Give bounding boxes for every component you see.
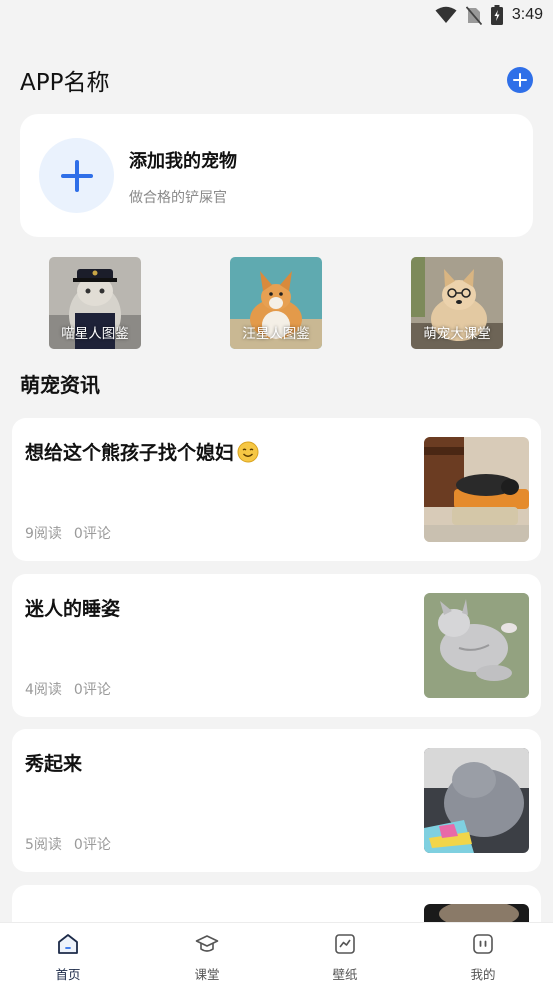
tab-home[interactable]: 首页 [28, 929, 108, 982]
category-row: 喵星人图鉴 汪星人图鉴 萌宠大课堂 [0, 257, 553, 349]
read-count: 4阅读 [25, 682, 62, 698]
news-section-title: 萌宠资讯 [20, 373, 100, 397]
category-pet-class[interactable]: 萌宠大课堂 [411, 257, 503, 349]
read-count: 9阅读 [25, 526, 62, 542]
news-card[interactable]: 想给这个熊孩子找个媳妇 9阅读 0评论 [12, 418, 541, 561]
graduation-cap-icon [195, 935, 219, 952]
tab-label: 课堂 [194, 967, 220, 982]
news-title-text: 迷人的睡姿 [25, 598, 121, 620]
news-thumbnail [424, 593, 529, 698]
news-title: 秀起来 [25, 749, 82, 776]
tab-label: 我的 [470, 967, 496, 982]
chart-image-icon [335, 934, 355, 954]
comment-count: 0评论 [73, 682, 111, 698]
news-meta: 4阅读 0评论 [25, 679, 111, 699]
news-thumbnail [424, 748, 529, 853]
category-cat-guide[interactable]: 喵星人图鉴 [49, 257, 141, 349]
category-label: 汪星人图鉴 [242, 326, 310, 342]
news-meta: 9阅读 0评论 [25, 523, 111, 543]
profile-face-icon [473, 934, 493, 954]
app-title: APP名称 [20, 70, 110, 96]
category-label: 萌宠大课堂 [423, 326, 491, 342]
plus-circle-icon[interactable] [507, 67, 533, 93]
news-title: 迷人的睡姿 [25, 594, 120, 621]
read-count: 5阅读 [25, 837, 62, 853]
comment-count: 0评论 [73, 526, 111, 542]
tab-class[interactable]: 课堂 [167, 929, 247, 982]
home-icon [58, 934, 78, 954]
news-title: 想给这个熊孩子找个媳妇 [25, 438, 259, 465]
comment-count: 0评论 [73, 837, 111, 853]
status-time: 3:49 [511, 6, 543, 23]
news-title-text: 想给这个熊孩子找个媳妇 [25, 442, 235, 464]
add-pet-card[interactable]: 添加我的宠物 做合格的铲屎官 [20, 114, 533, 237]
news-title-text: 秀起来 [25, 753, 83, 775]
smiling-face-icon [237, 441, 259, 462]
category-label: 喵星人图鉴 [61, 326, 129, 342]
wifi-icon [435, 6, 457, 23]
status-icons: 3:49 [435, 5, 543, 25]
tab-mine[interactable]: 我的 [443, 929, 523, 982]
news-thumbnail [424, 437, 529, 542]
category-dog-guide[interactable]: 汪星人图鉴 [230, 257, 322, 349]
battery-charging-icon [490, 5, 503, 25]
tab-label: 壁纸 [332, 967, 358, 982]
news-meta: 5阅读 0评论 [25, 834, 111, 854]
plus-icon[interactable] [39, 138, 114, 213]
news-card[interactable]: 迷人的睡姿 4阅读 0评论 [12, 574, 541, 717]
tab-wallpaper[interactable]: 壁纸 [305, 929, 385, 982]
status-bar: 3:49 [0, 0, 553, 32]
tab-label: 首页 [55, 967, 81, 982]
add-pet-subtitle: 做合格的铲屎官 [129, 190, 227, 206]
no-sim-icon [465, 5, 482, 25]
news-card[interactable]: 秀起来 5阅读 0评论 [12, 729, 541, 872]
bottom-tab-bar: 首页 课堂 壁纸 我的 [0, 922, 553, 983]
app-header: APP名称 [20, 60, 533, 100]
add-pet-title: 添加我的宠物 [129, 151, 237, 172]
